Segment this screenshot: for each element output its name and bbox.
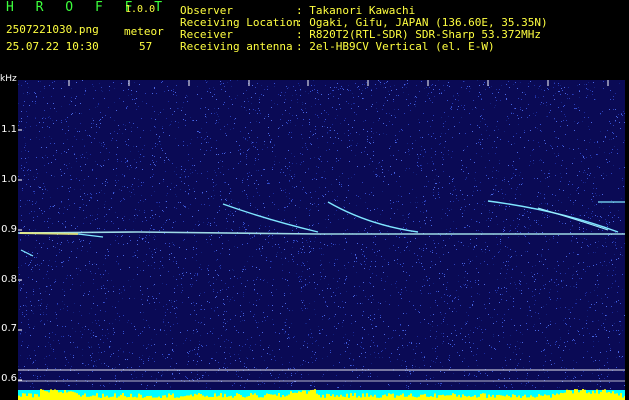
y-tick-label: 0.7 — [1, 323, 17, 334]
carrier-bright-segment — [19, 232, 79, 235]
file-datetime: 25.07.22 10:30 — [6, 40, 99, 53]
spectrogram — [18, 80, 625, 400]
header-panel: H R O F F T 1.0.0 2507221030.png 25.07.2… — [0, 0, 629, 76]
y-axis-unit: kHz — [0, 74, 17, 84]
y-tick-label: 0.8 — [1, 274, 17, 285]
info-value-antenna: : 2el-HB9CV Vertical (el. E-W) — [296, 40, 495, 53]
y-tick-label: 1.1 — [1, 124, 17, 135]
info-key-antenna: Receiving antenna — [180, 40, 293, 53]
meteor-label: meteor — [124, 25, 164, 38]
y-tick-label: 0.6 — [1, 373, 17, 384]
app-version: 1.0.0 — [125, 4, 156, 15]
meteor-count: 57 — [139, 40, 153, 53]
file-name: 2507221030.png — [6, 23, 99, 36]
spectrogram-background — [18, 80, 625, 400]
y-tick-label: 0.9 — [1, 224, 17, 235]
y-tick-label: 1.0 — [1, 174, 17, 185]
